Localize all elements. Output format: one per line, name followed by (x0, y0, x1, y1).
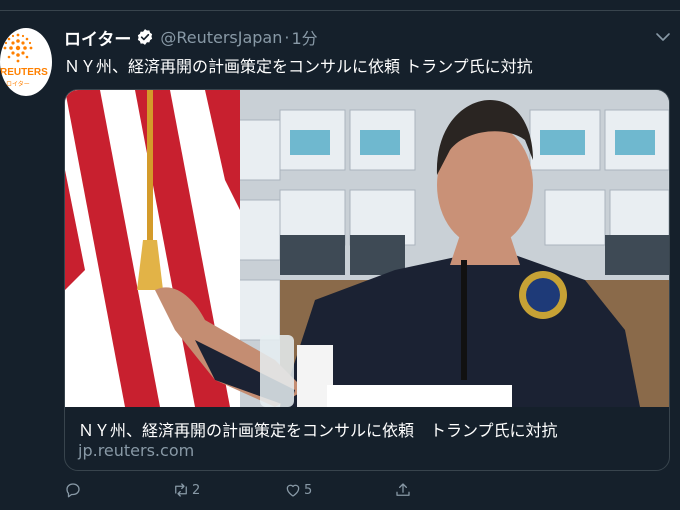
avatar-brand-subtext: ロイター (6, 81, 30, 88)
news-photo (65, 90, 669, 407)
like-button[interactable]: 5 (284, 481, 312, 499)
top-divider (0, 0, 680, 11)
author-handle[interactable]: @ReutersJapan (160, 28, 282, 47)
reply-button[interactable] (64, 481, 84, 499)
tweet-text: ＮＹ州、経済再開の計画策定をコンサルに依頼 トランプ氏に対抗 (64, 57, 533, 76)
tweet-actions: 2 5 (64, 481, 464, 503)
avatar[interactable]: REUTERS ロイター (0, 28, 52, 96)
share-icon (396, 483, 410, 496)
author-name[interactable]: ロイター (64, 25, 131, 50)
retweet-count: 2 (192, 482, 201, 498)
heart-icon (286, 484, 300, 497)
retweet-button[interactable]: 2 (172, 481, 200, 499)
chevron-down-icon[interactable] (655, 29, 671, 45)
tweet-header: ロイター @ReutersJapan · 1分 (64, 25, 318, 50)
share-button[interactable] (394, 481, 412, 499)
card-domain: jp.reuters.com (78, 441, 195, 460)
verified-badge-icon (138, 29, 153, 45)
like-count: 5 (304, 482, 313, 498)
separator-dot: · (284, 27, 290, 47)
card-title: ＮＹ州、経済再開の計画策定をコンサルに依頼 トランプ氏に対抗 (78, 421, 558, 440)
tweet-time[interactable]: 1分 (291, 25, 317, 49)
reuters-logo-icon (3, 33, 33, 63)
link-card[interactable]: ＮＹ州、経済再開の計画策定をコンサルに依頼 トランプ氏に対抗 jp.reuter… (64, 89, 670, 471)
retweet-icon (175, 483, 187, 497)
reply-icon (66, 483, 80, 498)
avatar-brand-text: REUTERS (0, 67, 48, 78)
